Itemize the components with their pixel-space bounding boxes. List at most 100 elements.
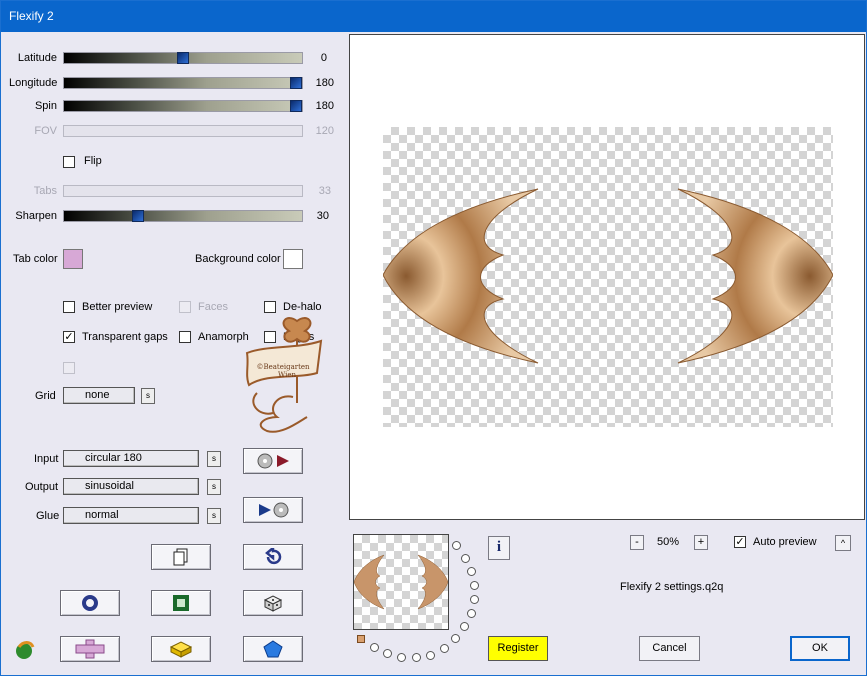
randomize-button[interactable] — [243, 590, 303, 616]
auto-preview-label: Auto preview — [753, 536, 817, 548]
preset-dot[interactable] — [412, 653, 421, 662]
tab-color-label: Tab color — [13, 253, 58, 265]
longitude-slider[interactable] — [63, 77, 303, 89]
thumbnail-shapes — [353, 554, 449, 610]
latitude-value: 0 — [320, 52, 327, 64]
preset-dot[interactable] — [440, 644, 449, 653]
preset-dot[interactable] — [451, 634, 460, 643]
save-preset-button[interactable] — [243, 497, 303, 523]
de-halo-label: De-halo — [283, 301, 322, 313]
fov-slider — [63, 125, 303, 137]
preset-selected-dot[interactable] — [357, 635, 365, 643]
longitude-value: 180 — [315, 77, 334, 89]
preset-dot[interactable] — [470, 595, 479, 604]
spin-thumb[interactable] — [290, 100, 302, 112]
preview-shapes — [382, 188, 834, 364]
zoom-out-button[interactable]: - — [630, 535, 644, 550]
sharpen-slider[interactable] — [63, 210, 303, 222]
undo-button[interactable] — [243, 544, 303, 570]
longitude-label: Longitude — [9, 77, 58, 89]
glue-select[interactable]: normal — [63, 507, 199, 524]
faces-checkbox — [179, 301, 191, 313]
grid-select[interactable]: none — [63, 387, 135, 404]
register-button[interactable]: Register — [488, 636, 548, 661]
input-select[interactable]: circular 180 — [63, 450, 199, 467]
latitude-thumb[interactable] — [177, 52, 189, 64]
background-color-swatch[interactable] — [283, 249, 303, 269]
faces-label: Faces — [198, 301, 228, 313]
tabs-value: 33 — [318, 185, 331, 197]
fov-value: 120 — [315, 125, 334, 137]
latitude-label: Latitude — [17, 52, 57, 64]
background-color-label: Background color — [195, 253, 281, 265]
collapse-button[interactable]: ^ — [835, 535, 851, 551]
left-wing-shape — [382, 188, 539, 364]
disabled-checkbox — [63, 362, 75, 374]
disc-play-icon — [257, 453, 289, 469]
blue-pentagon-icon — [263, 640, 283, 658]
play-disc-icon — [259, 502, 289, 518]
fov-label: FOV — [34, 125, 57, 137]
info-button[interactable]: i — [488, 536, 510, 560]
ok-button[interactable]: OK — [790, 636, 850, 661]
square-button[interactable] — [151, 590, 211, 616]
cancel-button[interactable]: Cancel — [639, 636, 700, 661]
better-preview-checkbox[interactable] — [63, 301, 75, 313]
anamorph-checkbox[interactable] — [179, 331, 191, 343]
title-bar: Flexify 2 — [1, 1, 866, 32]
tile-button[interactable] — [60, 636, 120, 662]
tab-color-swatch[interactable] — [63, 249, 83, 269]
output-select[interactable]: sinusoidal — [63, 478, 199, 495]
tabs-label: Tabs — [33, 185, 57, 197]
spin-label: Spin — [34, 100, 57, 112]
preset-dot[interactable] — [426, 651, 435, 660]
preset-dot[interactable] — [383, 649, 392, 658]
flexify-dialog: Flexify 2 Latitude 0 Longitude 180 Spin … — [0, 0, 867, 676]
glue-s-button[interactable]: s — [207, 508, 221, 524]
sharpen-thumb[interactable] — [132, 210, 144, 222]
output-label: Output — [25, 481, 59, 493]
ring-icon — [82, 595, 98, 611]
preset-dot[interactable] — [470, 581, 479, 590]
preset-dot[interactable] — [467, 609, 476, 618]
watermark-logo: ©Beateigarten Wien — [245, 317, 323, 433]
ring-button[interactable] — [60, 590, 120, 616]
dice-icon — [263, 595, 283, 612]
output-s-button[interactable]: s — [207, 479, 221, 495]
watermark-subtext: Wien — [278, 371, 296, 379]
grid-label: Grid — [35, 390, 56, 402]
zoom-in-button[interactable]: + — [694, 535, 708, 550]
gem-button[interactable] — [243, 636, 303, 662]
preset-dot[interactable] — [461, 554, 470, 563]
thumbnail-frame[interactable] — [353, 534, 449, 630]
preset-dot[interactable] — [370, 643, 379, 652]
preset-dot[interactable] — [460, 622, 469, 631]
zoom-level: 50% — [657, 536, 680, 548]
longitude-thumb[interactable] — [290, 77, 302, 89]
flip-label: Flip — [84, 155, 102, 167]
spin-slider[interactable] — [63, 100, 303, 112]
preset-dot[interactable] — [467, 567, 476, 576]
copy-button[interactable] — [151, 544, 211, 570]
green-square-icon — [173, 595, 189, 611]
copy-page-icon — [173, 548, 188, 566]
latitude-slider[interactable] — [63, 52, 303, 64]
grid-s-button[interactable]: s — [141, 388, 155, 404]
input-s-button[interactable]: s — [207, 451, 221, 467]
load-preset-button[interactable] — [243, 448, 303, 474]
glue-label: Glue — [36, 510, 60, 522]
auto-preview-checkbox[interactable]: ✓ — [734, 536, 746, 548]
preset-dot[interactable] — [397, 653, 406, 662]
preset-dot[interactable] — [452, 541, 461, 550]
app-logo-icon[interactable] — [13, 639, 37, 664]
right-wing-shape — [677, 188, 834, 364]
de-halo-checkbox[interactable] — [264, 301, 276, 313]
preview-panel[interactable] — [349, 34, 865, 520]
sharpen-value: 30 — [316, 210, 329, 222]
transparent-gaps-checkbox[interactable]: ✓ — [63, 331, 75, 343]
tabs-slider — [63, 185, 303, 197]
pink-cross-icon — [75, 639, 105, 659]
sharpen-label: Sharpen — [15, 210, 57, 222]
brick-button[interactable] — [151, 636, 211, 662]
flip-checkbox[interactable] — [63, 156, 75, 168]
